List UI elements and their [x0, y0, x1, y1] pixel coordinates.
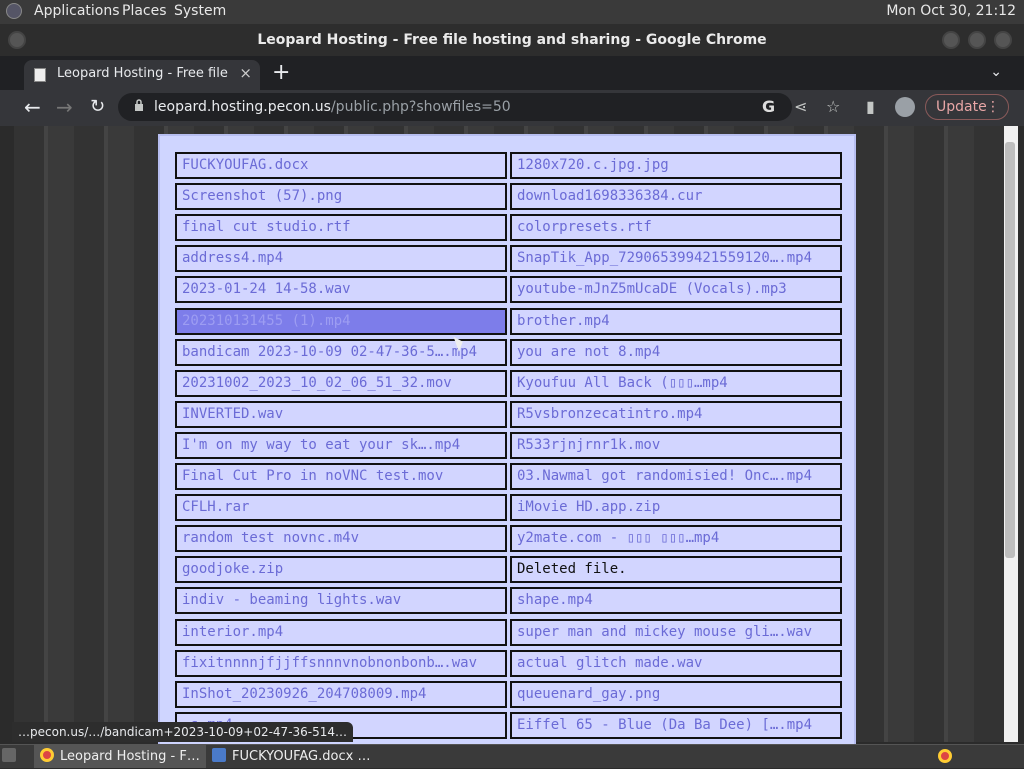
file-link[interactable]: iMovie HD.app.zip	[510, 494, 842, 521]
top-panel: Applications Places System Mon Oct 30, 2…	[0, 0, 1024, 24]
bottom-taskbar: Leopard Hosting - F… FUCKYOUFAG.docx …	[0, 744, 1024, 768]
file-link[interactable]: queuenard_gay.png	[510, 681, 842, 708]
file-link[interactable]: FUCKYOUFAG.docx	[175, 152, 507, 179]
file-link[interactable]: brother.mp4	[510, 308, 842, 335]
close-window-icon[interactable]	[994, 31, 1012, 49]
file-link[interactable]: actual glitch made.wav	[510, 650, 842, 677]
update-button[interactable]: Update ⋮	[925, 94, 1009, 120]
taskbar-item-document[interactable]: FUCKYOUFAG.docx …	[206, 745, 392, 768]
file-link[interactable]: R5vsbronzecatintro.mp4	[510, 401, 842, 428]
system-menu[interactable]: System	[174, 3, 226, 19]
desktop-edge	[0, 126, 14, 742]
file-link[interactable]: SnapTik_App_729065399421559120….mp4	[510, 245, 842, 272]
page-favicon-icon	[34, 68, 46, 82]
google-lens-icon[interactable]: G	[762, 97, 775, 116]
file-link[interactable]: shape.mp4	[510, 587, 842, 614]
file-link[interactable]: 1280x720.c.jpg.jpg	[510, 152, 842, 179]
maximize-icon[interactable]	[968, 31, 986, 49]
taskbar-item-label: FUCKYOUFAG.docx …	[232, 749, 371, 764]
file-link[interactable]: fixitnnnnjfjjffsnnnvnobnonbonb….wav	[175, 650, 507, 677]
file-link[interactable]: CFLH.rar	[175, 494, 507, 521]
file-link[interactable]: INVERTED.wav	[175, 401, 507, 428]
file-link[interactable]: InShot_20230926_204708009.mp4	[175, 681, 507, 708]
distro-logo-icon[interactable]	[6, 3, 22, 19]
file-link[interactable]: super man and mickey mouse gli….wav	[510, 619, 842, 646]
bookmark-star-icon[interactable]: ☆	[826, 97, 840, 116]
document-icon	[212, 748, 226, 762]
file-link[interactable]: R533rjnjrnr1k.mov	[510, 432, 842, 459]
places-menu[interactable]: Places	[122, 3, 167, 19]
window-titlebar[interactable]: Leopard Hosting - Free file hosting and …	[0, 24, 1024, 56]
more-menu-icon[interactable]: ⋮	[986, 95, 1000, 119]
file-link[interactable]: address4.mp4	[175, 245, 507, 272]
back-arrow-icon[interactable]: ←	[24, 95, 41, 119]
window-title: Leopard Hosting - Free file hosting and …	[257, 32, 767, 48]
status-bubble: …pecon.us/…/bandicam+2023-10-09+02-47-36…	[12, 722, 354, 742]
lock-icon[interactable]	[134, 99, 144, 112]
scrollbar-thumb[interactable]	[1005, 142, 1015, 558]
taskbar-item-chrome[interactable]: Leopard Hosting - F…	[34, 745, 206, 768]
file-link[interactable]: 03.Nawmal got randomisied! Onc….mp4	[510, 463, 842, 490]
file-link: Deleted file.	[510, 556, 842, 583]
side-panel-icon[interactable]: ▮	[866, 97, 875, 116]
tab-close-icon[interactable]: ×	[239, 64, 252, 82]
tray-chrome-icon[interactable]	[938, 745, 958, 768]
file-link[interactable]: you are not 8.mp4	[510, 339, 842, 366]
chrome-icon	[40, 748, 54, 762]
tab-leopard-hosting[interactable]: Leopard Hosting - Free file ho ×	[24, 60, 260, 90]
file-link[interactable]: Eiffel 65 - Blue (Da Ba Dee) [….mp4	[510, 712, 842, 739]
file-link[interactable]: Screenshot (57).png	[175, 183, 507, 210]
file-link[interactable]: I'm on my way to eat your sk….mp4	[175, 432, 507, 459]
file-link[interactable]: interior.mp4	[175, 619, 507, 646]
tab-label: Leopard Hosting - Free file ho	[57, 66, 229, 81]
window-menu-icon[interactable]	[8, 31, 26, 49]
new-tab-button[interactable]: +	[272, 60, 290, 85]
tab-search-chevron-icon[interactable]: ⌄	[990, 64, 1002, 80]
file-link[interactable]: 2023-01-24 14-58.wav	[175, 276, 507, 303]
file-link[interactable]: indiv - beaming lights.wav	[175, 587, 507, 614]
file-link[interactable]: final cut studio.rtf	[175, 214, 507, 241]
file-link[interactable]: y2mate.com - ▯▯▯ ▯▯▯…mp4	[510, 525, 842, 552]
applications-menu[interactable]: Applications	[34, 3, 120, 19]
clock[interactable]: Mon Oct 30, 21:12	[886, 3, 1016, 19]
address-bar[interactable]: leopard.hosting.pecon.us/public.php?show…	[118, 93, 792, 121]
file-link[interactable]: random test novnc.m4v	[175, 525, 507, 552]
file-link[interactable]: download1698336384.cur	[510, 183, 842, 210]
url-text[interactable]: leopard.hosting.pecon.us/public.php?show…	[154, 99, 511, 115]
file-link[interactable]: 202310131455 (1).mp4	[175, 308, 507, 335]
file-link[interactable]: colorpresets.rtf	[510, 214, 842, 241]
update-label: Update	[936, 99, 987, 115]
file-link[interactable]: Kyoufuu All Back (▯▯▯…mp4	[510, 370, 842, 397]
file-link[interactable]: goodjoke.zip	[175, 556, 507, 583]
file-link[interactable]: Final Cut Pro in noVNC test.mov	[175, 463, 507, 490]
share-icon[interactable]: ⋖	[794, 97, 807, 116]
reload-icon[interactable]: ↻	[90, 96, 105, 117]
show-desktop-icon[interactable]	[2, 745, 22, 768]
profile-avatar-icon[interactable]	[895, 97, 915, 117]
forward-arrow-icon[interactable]: →	[56, 95, 73, 119]
file-link[interactable]: youtube-mJnZ5mUcaDE (Vocals).mp3	[510, 276, 842, 303]
minimize-icon[interactable]	[942, 31, 960, 49]
taskbar-item-label: Leopard Hosting - F…	[60, 749, 200, 764]
file-link[interactable]: 20231002_2023_10_02_06_51_32.mov	[175, 370, 507, 397]
